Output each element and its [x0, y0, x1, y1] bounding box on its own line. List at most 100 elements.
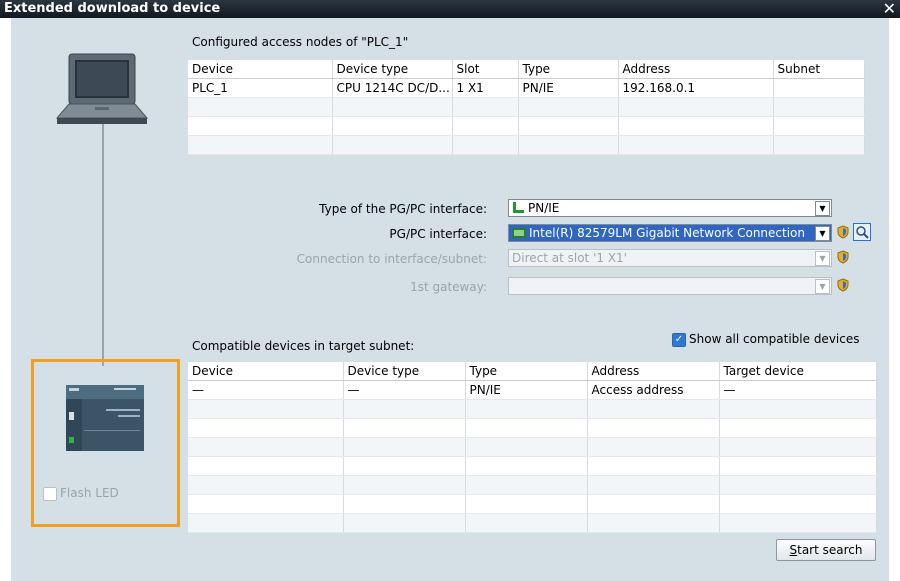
table-cell	[188, 494, 344, 514]
chevron-down-icon[interactable]: ▼	[815, 251, 830, 266]
configured-header-row: Device Device type Slot Type Address Sub…	[188, 60, 865, 79]
table-cell	[465, 399, 588, 419]
table-cell	[343, 494, 466, 514]
pgpc-laptop-icon	[55, 53, 149, 124]
table-row[interactable]: — — PN/IE Access address —	[188, 380, 877, 400]
table-cell: PLC_1	[188, 78, 333, 98]
table-cell	[518, 97, 619, 117]
table-cell: —	[719, 380, 877, 400]
table-cell	[465, 456, 588, 476]
table-cell	[587, 399, 720, 419]
network-card-icon	[512, 228, 526, 238]
table-row[interactable]	[188, 116, 865, 136]
pgpc-interface-label: PG/PC interface:	[389, 227, 487, 241]
chevron-down-icon[interactable]: ▼	[815, 201, 830, 216]
flash-led-checkbox[interactable]	[43, 487, 57, 501]
col-type[interactable]: Type	[518, 60, 619, 79]
table-cell	[618, 116, 774, 136]
table-cell	[343, 418, 466, 438]
table-cell	[452, 135, 519, 155]
col-device[interactable]: Device	[188, 60, 333, 79]
col-target-device[interactable]: Target device	[719, 362, 877, 381]
col-slot[interactable]: Slot	[452, 60, 519, 79]
table-row[interactable]	[188, 494, 877, 514]
table-cell	[587, 437, 720, 457]
table-row[interactable]	[188, 513, 877, 533]
table-cell	[452, 116, 519, 136]
start-search-mnemonic: S	[789, 543, 798, 557]
pgpc-type-label: Type of the PG/PC interface:	[319, 202, 487, 216]
connection-line	[102, 124, 104, 366]
table-cell: CPU 1214C DC/D...	[332, 78, 453, 98]
table-row[interactable]	[188, 475, 877, 495]
connection-subnet-label: Connection to interface/subnet:	[296, 252, 487, 266]
table-cell	[719, 456, 877, 476]
connection-subnet-value: Direct at slot '1 X1'	[512, 251, 627, 265]
col-address[interactable]: Address	[587, 362, 720, 381]
properties-shield-icon[interactable]	[836, 278, 850, 292]
connection-subnet-select[interactable]: Direct at slot '1 X1' ▼	[508, 249, 832, 267]
show-all-checkbox[interactable]: ✓	[672, 333, 686, 347]
table-cell	[343, 399, 466, 419]
table-cell	[773, 116, 865, 136]
table-cell	[465, 494, 588, 514]
table-cell	[465, 475, 588, 495]
col-subnet[interactable]: Subnet	[773, 60, 865, 79]
col-device[interactable]: Device	[188, 362, 344, 381]
table-cell: —	[188, 380, 344, 400]
table-cell: PN/IE	[465, 380, 588, 400]
table-cell	[618, 135, 774, 155]
table-cell	[188, 418, 344, 438]
table-cell	[343, 437, 466, 457]
table-row[interactable]	[188, 418, 877, 438]
gateway-select[interactable]: ▼	[508, 277, 832, 295]
table-cell	[719, 494, 877, 514]
table-cell	[719, 399, 877, 419]
table-row[interactable]	[188, 399, 877, 419]
table-cell	[188, 456, 344, 476]
table-cell	[188, 399, 344, 419]
table-cell: PN/IE	[518, 78, 619, 98]
table-row[interactable]	[188, 135, 865, 155]
table-cell	[188, 135, 333, 155]
col-address[interactable]: Address	[618, 60, 774, 79]
compatible-devices-table: Device Device type Type Address Target d…	[188, 362, 877, 533]
chevron-down-icon[interactable]: ▼	[815, 226, 830, 241]
table-cell	[188, 437, 344, 457]
search-magnifier-icon[interactable]	[853, 223, 871, 241]
close-icon[interactable]: ✕	[883, 0, 896, 18]
start-search-label-rest: tart search	[797, 543, 863, 557]
table-cell	[188, 513, 344, 533]
pgpc-interface-select[interactable]: Intel(R) 82579LM Gigabit Network Connect…	[508, 224, 832, 242]
table-cell	[719, 475, 877, 495]
pgpc-type-select[interactable]: PN/IE ▼	[508, 199, 832, 217]
pnie-network-icon	[513, 202, 524, 213]
table-cell	[465, 513, 588, 533]
table-row[interactable]	[188, 456, 877, 476]
col-device-type[interactable]: Device type	[332, 60, 453, 79]
table-cell	[773, 135, 865, 155]
title-bar: Extended download to device ✕	[0, 0, 900, 18]
gateway-label: 1st gateway:	[410, 280, 487, 294]
col-type[interactable]: Type	[465, 362, 588, 381]
table-row[interactable]: PLC_1 CPU 1214C DC/D... 1 X1 PN/IE 192.1…	[188, 78, 865, 98]
properties-shield-icon[interactable]	[836, 250, 850, 264]
table-cell: Access address	[587, 380, 720, 400]
configured-nodes-table: Device Device type Slot Type Address Sub…	[188, 60, 865, 155]
table-cell	[452, 97, 519, 117]
table-cell	[188, 475, 344, 495]
show-all-label[interactable]: Show all compatible devices	[689, 332, 859, 346]
table-cell: 192.168.0.1	[618, 78, 774, 98]
start-search-button[interactable]: Start search	[776, 539, 876, 561]
table-cell	[518, 135, 619, 155]
configured-nodes-heading: Configured access nodes of "PLC_1"	[192, 35, 409, 49]
col-device-type[interactable]: Device type	[343, 362, 466, 381]
properties-shield-icon[interactable]	[836, 225, 850, 239]
table-cell	[587, 513, 720, 533]
table-cell	[719, 418, 877, 438]
table-cell	[587, 456, 720, 476]
chevron-down-icon[interactable]: ▼	[815, 279, 830, 294]
table-cell: —	[343, 380, 466, 400]
table-row[interactable]	[188, 437, 877, 457]
table-row[interactable]	[188, 97, 865, 117]
